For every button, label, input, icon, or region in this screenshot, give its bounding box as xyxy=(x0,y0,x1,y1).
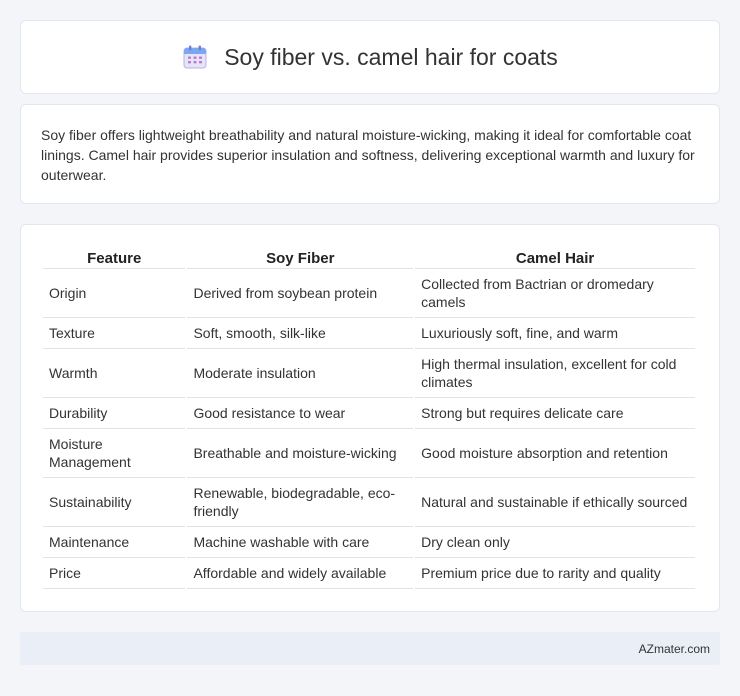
table-row: Sustainability Renewable, biodegradable,… xyxy=(43,478,695,527)
table-row: Origin Derived from soybean protein Coll… xyxy=(43,269,695,318)
table-row: Maintenance Machine washable with care D… xyxy=(43,527,695,558)
intro-card: Soy fiber offers lightweight breathabili… xyxy=(20,104,720,204)
feature-cell: Sustainability xyxy=(43,478,186,527)
table-header-row: Feature Soy Fiber Camel Hair xyxy=(43,245,695,269)
soy-fiber-cell: Soft, smooth, silk-like xyxy=(187,318,414,349)
camel-hair-cell: Natural and sustainable if ethically sou… xyxy=(415,478,695,527)
feature-cell: Durability xyxy=(43,398,186,429)
soy-fiber-cell: Machine washable with care xyxy=(187,527,414,558)
table-row: Price Affordable and widely available Pr… xyxy=(43,558,695,589)
comparison-table: Feature Soy Fiber Camel Hair Origin Deri… xyxy=(41,245,697,589)
feature-cell: Texture xyxy=(43,318,186,349)
calendar-icon xyxy=(183,45,207,69)
page-title: Soy fiber vs. camel hair for coats xyxy=(224,43,558,70)
footer-brand: AZmater.com xyxy=(638,641,710,656)
header-soy-fiber: Soy Fiber xyxy=(187,245,414,269)
comparison-card: Feature Soy Fiber Camel Hair Origin Deri… xyxy=(20,224,720,612)
header-feature: Feature xyxy=(43,245,186,269)
soy-fiber-cell: Affordable and widely available xyxy=(187,558,414,589)
header-camel-hair: Camel Hair xyxy=(415,245,695,269)
table-row: Texture Soft, smooth, silk-like Luxuriou… xyxy=(43,318,695,349)
camel-hair-cell: Strong but requires delicate care xyxy=(415,398,695,429)
soy-fiber-cell: Derived from soybean protein xyxy=(187,269,414,318)
camel-hair-cell: Collected from Bactrian or dromedary cam… xyxy=(415,269,695,318)
camel-hair-cell: Luxuriously soft, fine, and warm xyxy=(415,318,695,349)
feature-cell: Maintenance xyxy=(43,527,186,558)
title-card: Soy fiber vs. camel hair for coats xyxy=(20,20,720,94)
camel-hair-cell: High thermal insulation, excellent for c… xyxy=(415,349,695,398)
soy-fiber-cell: Breathable and moisture-wicking xyxy=(187,429,414,478)
feature-cell: Warmth xyxy=(43,349,186,398)
feature-cell: Origin xyxy=(43,269,186,318)
table-row: Moisture Management Breathable and moist… xyxy=(43,429,695,478)
soy-fiber-cell: Moderate insulation xyxy=(187,349,414,398)
feature-cell: Moisture Management xyxy=(43,429,186,478)
camel-hair-cell: Premium price due to rarity and quality xyxy=(415,558,695,589)
table-row: Warmth Moderate insulation High thermal … xyxy=(43,349,695,398)
feature-cell: Price xyxy=(43,558,186,589)
table-row: Durability Good resistance to wear Stron… xyxy=(43,398,695,429)
soy-fiber-cell: Renewable, biodegradable, eco-friendly xyxy=(187,478,414,527)
camel-hair-cell: Dry clean only xyxy=(415,527,695,558)
intro-text: Soy fiber offers lightweight breathabili… xyxy=(41,127,695,183)
footer: AZmater.com xyxy=(20,632,720,665)
camel-hair-cell: Good moisture absorption and retention xyxy=(415,429,695,478)
soy-fiber-cell: Good resistance to wear xyxy=(187,398,414,429)
